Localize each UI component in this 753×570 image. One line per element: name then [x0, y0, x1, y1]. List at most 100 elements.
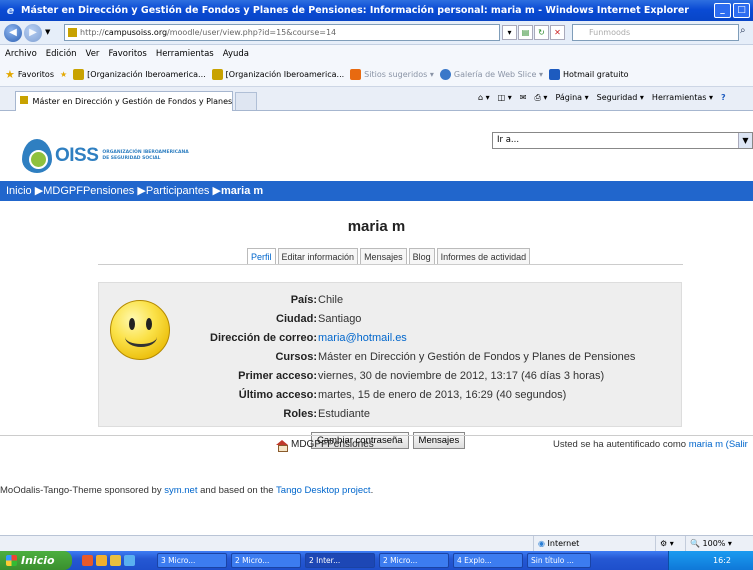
browser-tab[interactable]: Máster en Dirección y Gestión de Fondos …	[15, 91, 233, 111]
zoom-icon: 🔍	[690, 539, 700, 548]
url-domain: campusoiss.org	[104, 28, 168, 37]
tab-perfil[interactable]: Perfil	[247, 248, 276, 265]
favorites-button[interactable]: ★ Favoritos	[5, 68, 54, 81]
zoom-control[interactable]: 🔍 100% ▾	[685, 536, 753, 552]
quicklaunch-icon[interactable]	[124, 555, 135, 566]
minimize-button[interactable]: _	[714, 3, 731, 18]
email-link[interactable]: maria@hotmail.es	[318, 329, 407, 348]
footer-home-link[interactable]: MDGPFPensiones	[276, 439, 374, 452]
jump-select-value: Ir a...	[497, 135, 520, 145]
forward-button[interactable]: ▶	[24, 24, 42, 42]
breadcrumb-separator-icon: ▶	[34, 185, 44, 197]
profile-row-pais: País: Chile	[99, 291, 683, 310]
row-label: Dirección de correo:	[210, 332, 317, 344]
menu-bar: Archivo Edición Ver Favoritos Herramient…	[0, 45, 753, 63]
logo-drop-icon	[22, 139, 52, 173]
taskbar-item-excel[interactable]: 2 Micro...	[379, 553, 449, 568]
menu-edicion[interactable]: Edición	[46, 49, 77, 59]
tango-link[interactable]: Tango Desktop project	[276, 485, 371, 496]
add-favorite-icon[interactable]: ★	[60, 70, 67, 79]
task-label: 3 Micro...	[161, 556, 196, 565]
taskbar: Inicio 3 Micro... 2 Micro... 2 Inter... …	[0, 551, 753, 570]
history-dropdown-icon[interactable]: ▼	[45, 28, 50, 36]
page-menu[interactable]: Página ▾	[555, 93, 588, 103]
favorite-item-label: [Organización Iberoamerica...	[225, 70, 345, 79]
profile-row-primer-acceso: Primer acceso: viernes, 30 de noviembre …	[99, 367, 683, 386]
breadcrumb: Inicio ▶MDGPFPensiones ▶Participantes ▶m…	[0, 181, 753, 201]
oiss-logo[interactable]: OISS ORGANIZACIÓN IBEROAMERICANA DE SEGU…	[22, 139, 192, 173]
security-menu[interactable]: Seguridad ▾	[597, 93, 644, 103]
row-label: Ciudad:	[276, 313, 317, 325]
favorites-label: Favoritos	[17, 70, 54, 79]
taskbar-item-internet-explorer[interactable]: 2 Inter...	[305, 553, 375, 568]
menu-favoritos[interactable]: Favoritos	[108, 49, 146, 59]
menu-ayuda[interactable]: Ayuda	[223, 49, 249, 59]
tools-menu[interactable]: Herramientas ▾	[652, 93, 713, 103]
maximize-button[interactable]: □	[733, 3, 750, 18]
tab-blog[interactable]: Blog	[408, 248, 435, 265]
clock[interactable]: 16:2	[713, 556, 731, 565]
site-icon	[211, 69, 223, 80]
home-icon[interactable]: ⌂ ▾	[478, 93, 490, 103]
row-label: Cursos:	[275, 351, 317, 363]
taskbar-item-explorer[interactable]: 4 Explo...	[453, 553, 523, 568]
quicklaunch-icon[interactable]	[110, 555, 121, 566]
tab-informes-actividad[interactable]: Informes de actividad	[436, 248, 531, 265]
web-slice-icon	[439, 69, 451, 80]
address-bar[interactable]: http://campusoiss.org/moodle/user/view.p…	[64, 24, 500, 41]
tab-editar-informacion[interactable]: Editar información	[277, 248, 359, 265]
favorite-item-webslice[interactable]: Galería de Web Slice ▾	[439, 69, 543, 80]
favorite-item-2[interactable]: [Organización Iberoamerica...	[211, 69, 345, 80]
address-dropdown-icon[interactable]: ▾	[502, 25, 517, 40]
menu-archivo[interactable]: Archivo	[5, 49, 37, 59]
row-label: Roles:	[283, 408, 317, 420]
site-icon	[73, 69, 85, 80]
favorite-item-label: Hotmail gratuito	[563, 70, 629, 79]
help-icon[interactable]: ?	[721, 93, 726, 103]
taskbar-item-paint[interactable]: Sin título ...	[527, 553, 591, 568]
menu-herramientas[interactable]: Herramientas	[156, 49, 214, 59]
favorite-item-suggested[interactable]: Sitios sugeridos ▾	[350, 69, 434, 80]
login-info-prefix: Usted se ha autentificado como	[553, 439, 689, 450]
favorite-item-1[interactable]: [Organización Iberoamerica...	[73, 69, 206, 80]
favorite-item-label: [Organización Iberoamerica...	[87, 70, 206, 79]
menu-ver[interactable]: Ver	[86, 49, 100, 59]
start-button[interactable]: Inicio	[0, 551, 72, 570]
breadcrumb-inicio[interactable]: Inicio	[6, 185, 32, 197]
tab-mensajes[interactable]: Mensajes	[360, 248, 407, 265]
row-label: País:	[290, 294, 317, 306]
protected-mode-icon[interactable]: ⚙ ▾	[655, 536, 685, 552]
star-icon: ★	[5, 68, 15, 81]
symnet-link[interactable]: sym.net	[164, 485, 197, 496]
task-label: Sin título ...	[531, 556, 574, 565]
refresh-icon[interactable]: ↻	[534, 25, 549, 40]
breadcrumb-separator-icon: ▶	[137, 185, 146, 197]
back-button[interactable]: ◀	[4, 24, 22, 42]
new-tab-button[interactable]	[235, 92, 257, 110]
breadcrumb-separator-icon: ▶	[212, 185, 221, 197]
feeds-icon[interactable]: ◫ ▾	[498, 93, 512, 103]
logout-link[interactable]: (Salir	[723, 439, 748, 450]
search-input[interactable]: Funmoods	[572, 24, 739, 41]
taskbar-item-word[interactable]: 3 Micro...	[157, 553, 227, 568]
favorite-item-hotmail[interactable]: Hotmail gratuito	[549, 69, 628, 80]
home-icon	[276, 439, 288, 452]
breadcrumb-course[interactable]: MDGPFPensiones	[43, 185, 134, 197]
print-icon[interactable]: ⎙ ▾	[534, 93, 547, 103]
login-user-link[interactable]: maria m	[689, 439, 723, 450]
taskbar-item-powerpoint[interactable]: 2 Micro...	[231, 553, 301, 568]
command-bar: ⌂ ▾ ◫ ▾ ✉ ⎙ ▾ Página ▾ Seguridad ▾ Herra…	[478, 93, 726, 103]
breadcrumb-participants[interactable]: Participantes	[146, 185, 210, 197]
favicon-icon	[68, 28, 77, 37]
quicklaunch-icon[interactable]	[96, 555, 107, 566]
row-value: Santiago	[318, 313, 362, 325]
search-icon[interactable]: ⌕	[740, 25, 746, 36]
start-label: Inicio	[21, 554, 55, 567]
quicklaunch-icon[interactable]	[82, 555, 93, 566]
profile-row-cursos: Cursos: Máster en Dirección y Gestión de…	[99, 348, 683, 367]
zone-label: Internet	[547, 539, 580, 548]
mail-icon[interactable]: ✉	[520, 93, 527, 103]
jump-to-select[interactable]: Ir a... ▼	[492, 132, 753, 149]
stop-icon[interactable]: ✕	[550, 25, 565, 40]
compatibility-icon[interactable]: ▤	[518, 25, 533, 40]
